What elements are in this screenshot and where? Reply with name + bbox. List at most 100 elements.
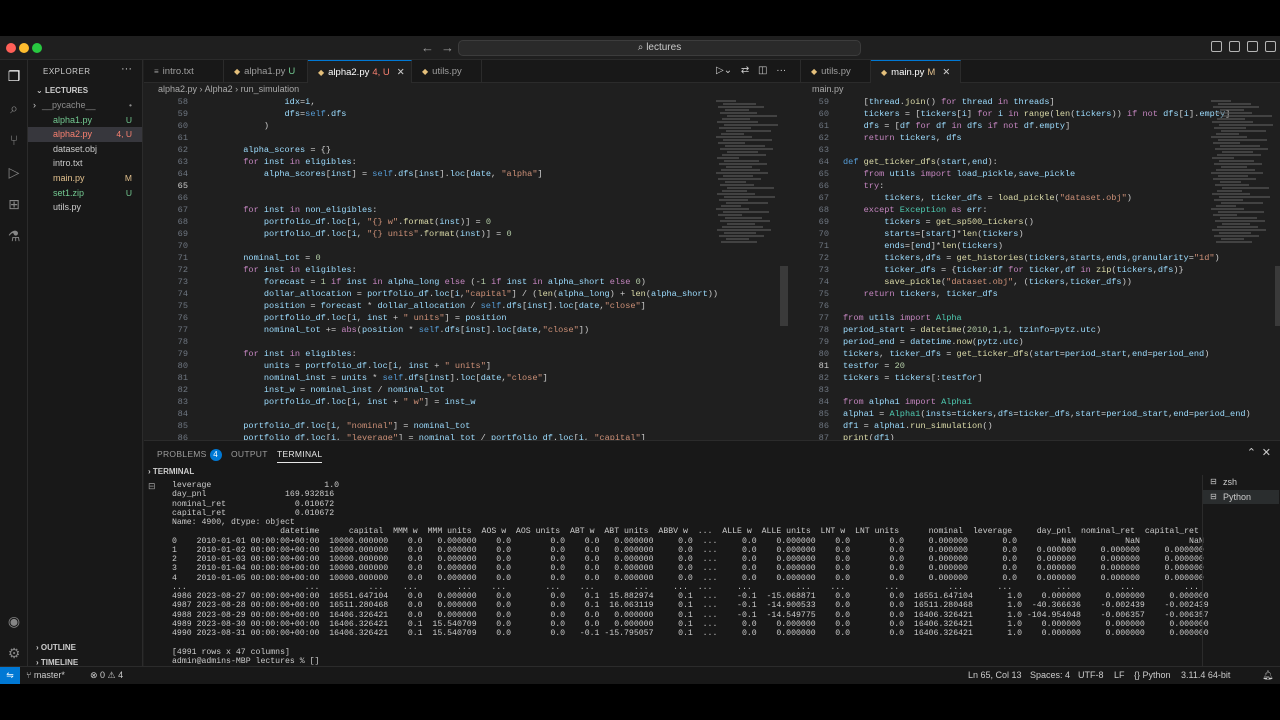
code-text: tickers, ticker_dfs = get_ticker_dfs(sta… xyxy=(843,349,1210,359)
folder-header[interactable]: ⌄ LECTURES xyxy=(36,86,88,95)
account-icon[interactable]: ◉ xyxy=(6,613,22,629)
code-text: portfolio_df.loc[i, "{} units".format(in… xyxy=(263,229,512,239)
breadcrumb-item[interactable]: Alpha2 xyxy=(205,84,233,94)
breadcrumb-item[interactable]: run_simulation xyxy=(241,84,300,94)
toggle-panel-icon[interactable] xyxy=(1229,41,1240,52)
left-code-editor[interactable]: 58 idx=i, 59 dfs=self.dfs 60 ) 61 62 alpha_s… xyxy=(144,96,800,440)
file-status-badge: • xyxy=(129,100,132,110)
extensions-icon[interactable]: ⊞ xyxy=(6,196,22,212)
indentation[interactable]: Spaces: 4 xyxy=(1030,667,1070,684)
line-number: 59 xyxy=(177,109,188,119)
panel-tab[interactable]: TERMINAL xyxy=(277,449,323,463)
editor-tab[interactable]: ◆ utils.py xyxy=(412,60,482,83)
line-number: 69 xyxy=(818,217,829,227)
minimap-line xyxy=(1217,190,1242,192)
breadcrumb-item[interactable]: main.py xyxy=(812,84,844,94)
line-number: 63 xyxy=(177,157,188,167)
problems-count-badge: 4 xyxy=(209,449,222,461)
python-file-icon: ◆ xyxy=(881,68,888,77)
close-tab-icon[interactable]: ✕ xyxy=(942,67,950,78)
file-tree-item[interactable]: alpha2.py 4, U xyxy=(28,127,142,142)
more-actions-icon[interactable]: ··· xyxy=(121,63,132,75)
file-tree-item[interactable]: utils.py xyxy=(28,200,142,215)
forward-arrow-icon[interactable]: → xyxy=(441,40,454,55)
minimap-line xyxy=(1217,118,1245,120)
settings-gear-icon[interactable]: ⚙ xyxy=(6,645,22,661)
editor-tab[interactable]: ◆ utils.py xyxy=(801,60,871,83)
code-text: testfor = 20 xyxy=(843,361,905,371)
notifications-bell-icon[interactable]: 🔔︎ xyxy=(1262,667,1273,684)
testing-icon[interactable]: ⚗ xyxy=(6,228,22,244)
file-tree-item[interactable]: alpha1.py U xyxy=(28,113,142,128)
file-tree-item[interactable]: set1.zip U xyxy=(28,186,142,201)
minimap-line xyxy=(1213,142,1240,144)
minimap-line xyxy=(721,205,741,207)
search-icon[interactable]: ⌕ xyxy=(6,100,22,116)
terminal-session-item[interactable]: ⊟ Python xyxy=(1203,490,1279,504)
maximize-window-button[interactable] xyxy=(32,43,42,53)
panel-tab[interactable]: OUTPUT xyxy=(231,449,268,459)
files-icon[interactable]: ❐ xyxy=(6,68,22,84)
line-number: 78 xyxy=(177,337,188,347)
code-text: nominal_tot = 0 xyxy=(243,253,321,263)
editor-tab[interactable]: ◆ alpha1.py U xyxy=(224,60,308,83)
minimap-line xyxy=(718,178,761,180)
minimap-line xyxy=(1211,136,1247,138)
code-text: for inst in non_eligibles: xyxy=(243,205,378,215)
toggle-sidebar-icon[interactable] xyxy=(1211,41,1222,52)
split-editor-icon[interactable]: ◫ xyxy=(758,65,767,76)
terminal-section-header[interactable]: › TERMINAL xyxy=(148,467,194,476)
code-text: alpha1 = Alpha1(insts=tickers,dfs=ticker… xyxy=(843,409,1251,419)
file-status-badge: U xyxy=(125,114,132,125)
minimap-line xyxy=(1217,154,1261,156)
cursor-position[interactable]: Ln 65, Col 13 xyxy=(968,667,1022,684)
command-center-search[interactable]: ⌕ lectures xyxy=(458,40,861,56)
back-arrow-icon[interactable]: ← xyxy=(421,40,434,55)
toggle-secondary-sidebar-icon[interactable] xyxy=(1247,41,1258,52)
editor-tab[interactable]: ◆ alpha2.py 4, U ✕ xyxy=(308,60,412,83)
line-endings[interactable]: LF xyxy=(1114,667,1125,684)
vertical-scrollbar[interactable] xyxy=(780,266,788,326)
terminal-line: 3 2010-01-04 00:00:00+00:00 10000.000000… xyxy=(172,564,1204,574)
breadcrumb-item[interactable]: alpha2.py xyxy=(158,84,197,94)
file-tree-item[interactable]: › __pycache__ • xyxy=(28,98,142,113)
minimap[interactable] xyxy=(716,96,778,440)
close-window-button[interactable] xyxy=(6,43,16,53)
minimap-line xyxy=(1218,175,1248,177)
compare-icon[interactable]: ⇄ xyxy=(741,65,749,76)
branch-indicator[interactable]: ⑂ master* xyxy=(26,667,65,684)
terminal-session-item[interactable]: ⊟ zsh xyxy=(1203,475,1279,489)
minimap-line xyxy=(1215,184,1249,186)
vertical-scrollbar[interactable] xyxy=(1275,266,1280,326)
remote-indicator-icon[interactable]: ⇋ xyxy=(0,667,20,684)
outline-section[interactable]: › OUTLINE xyxy=(36,643,76,652)
minimize-window-button[interactable] xyxy=(19,43,29,53)
run-python-icon[interactable]: ▷⌄ xyxy=(716,65,732,76)
language-mode[interactable]: {} Python xyxy=(1134,667,1171,684)
file-tree-item[interactable]: main.py M xyxy=(28,171,142,186)
line-number: 81 xyxy=(177,373,188,383)
chevron-up-icon[interactable]: ⌃ xyxy=(1247,446,1256,459)
close-tab-icon[interactable]: ✕ xyxy=(397,67,405,78)
customize-layout-icon[interactable] xyxy=(1265,41,1276,52)
code-text: portfolio_df.loc[i, inst + " w"] = inst_… xyxy=(263,397,476,407)
line-number: 67 xyxy=(818,193,829,203)
minimap[interactable] xyxy=(1211,96,1273,440)
panel-tab[interactable]: PROBLEMS 4 xyxy=(157,449,222,461)
line-number: 83 xyxy=(177,397,188,407)
source-control-icon[interactable]: ⑂ xyxy=(6,132,22,148)
close-panel-icon[interactable]: ✕ xyxy=(1262,446,1271,459)
run-debug-icon[interactable]: ▷ xyxy=(6,164,22,180)
right-code-editor[interactable]: 59 [thread.join() for thread in threads]… xyxy=(801,96,1280,440)
python-interpreter[interactable]: 3.11.4 64-bit xyxy=(1181,667,1230,684)
file-tree-item[interactable]: intro.txt xyxy=(28,156,142,171)
minimap-line xyxy=(1218,139,1267,141)
minimap-line xyxy=(716,172,768,174)
encoding[interactable]: UTF-8 xyxy=(1078,667,1104,684)
editor-tab[interactable]: ◆ main.py M ✕ xyxy=(871,60,961,83)
more-actions-icon[interactable]: ··· xyxy=(776,65,786,76)
problems-indicator[interactable]: ⊗ 0 ⚠ 4 xyxy=(90,667,123,684)
file-tree-item[interactable]: dataset.obj xyxy=(28,142,142,157)
terminal-output[interactable]: leverage 1.0 day_pnl 169.932816 nominal_re… xyxy=(172,481,1209,667)
editor-tab[interactable]: ≡ intro.txt xyxy=(144,60,224,83)
